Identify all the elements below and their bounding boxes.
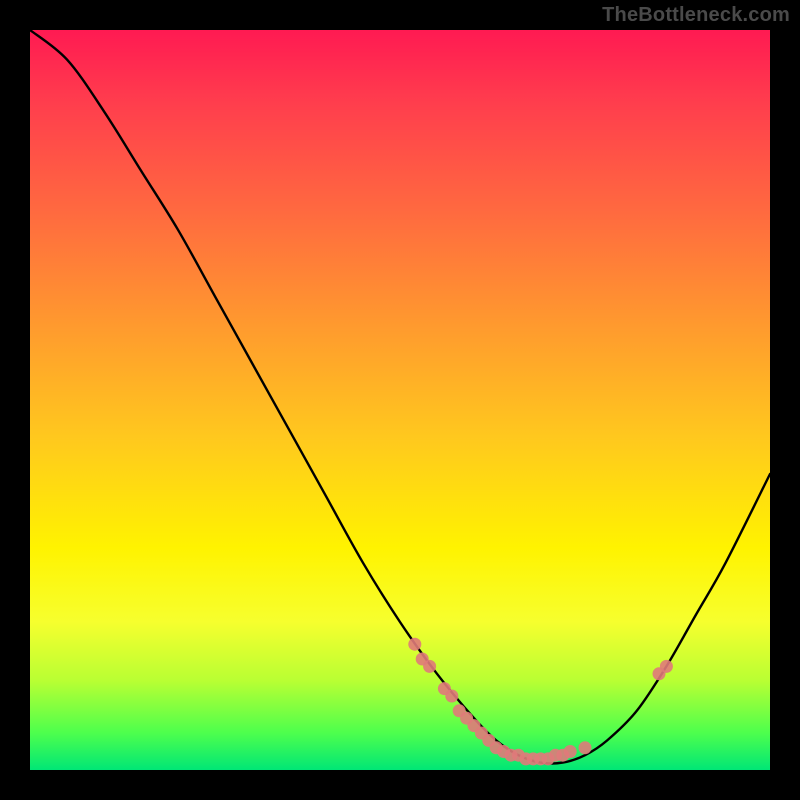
data-point <box>445 690 458 703</box>
plot-area <box>30 30 770 770</box>
data-point-markers <box>408 638 673 766</box>
data-point <box>564 745 577 758</box>
data-point <box>408 638 421 651</box>
data-point <box>660 660 673 673</box>
bottleneck-curve <box>30 30 770 764</box>
data-point <box>423 660 436 673</box>
watermark-label: TheBottleneck.com <box>602 4 790 27</box>
bottleneck-curve-svg <box>30 30 770 770</box>
chart-frame: TheBottleneck.com <box>0 0 800 800</box>
data-point <box>579 741 592 754</box>
